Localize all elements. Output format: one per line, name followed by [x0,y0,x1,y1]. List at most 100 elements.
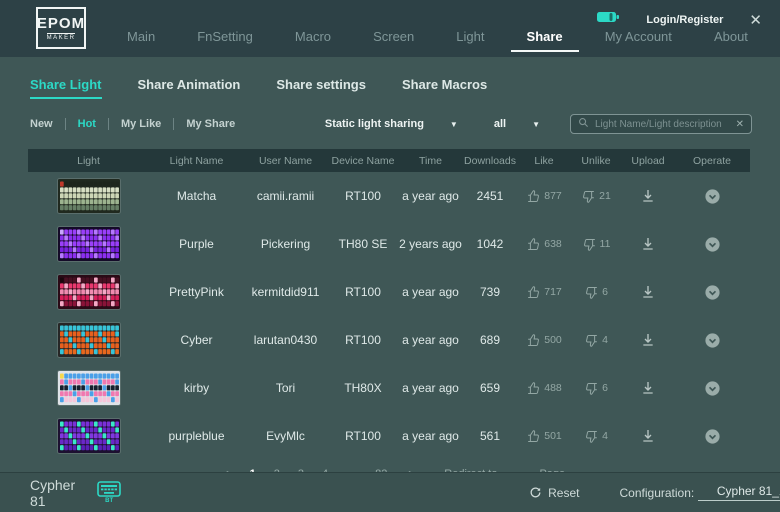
like-button[interactable]: 501 [518,429,570,444]
table-row: PrettyPinkkermitdid911RT100a year ago739… [28,268,750,316]
download-icon [640,380,656,396]
time: a year ago [399,285,462,299]
like-button[interactable]: 717 [518,285,570,300]
column-header-operate: Operate [674,155,750,167]
unlike-button[interactable]: 4 [570,333,622,348]
light-name: purpleblue [149,429,244,443]
nav-item-fnsetting[interactable]: FnSetting [195,25,255,52]
table-row: PurplePickeringTH80 SE2 years ago1042638… [28,220,750,268]
device-name: TH80 SE [327,237,399,251]
light-thumbnail-prettypink[interactable] [28,274,149,310]
downloads-count: 2451 [462,189,518,203]
thumbs-up-icon [526,333,541,348]
operate-button[interactable] [674,332,750,349]
light-type-dropdown[interactable]: Static light sharing ▼ [325,118,458,130]
like-button[interactable]: 488 [518,381,570,396]
login-register-link[interactable]: Login/Register [646,14,723,26]
nav-item-light[interactable]: Light [454,25,486,52]
chevron-down-icon: ▼ [450,120,458,129]
keyboard-icon [97,481,121,497]
thumbs-up-icon [526,285,541,300]
column-header-user-name: User Name [244,155,327,167]
table-body: Matchacamii.ramiiRT100a year ago24518772… [28,172,750,460]
nav-item-macro[interactable]: Macro [293,25,333,52]
chevron-circle-icon [704,188,721,205]
nav-item-about[interactable]: About [712,25,750,52]
search-icon [578,115,589,133]
upload-button[interactable] [622,332,674,348]
thumbs-down-icon [584,333,599,348]
refresh-icon [529,486,542,499]
light-thumbnail-matcha[interactable] [28,178,149,214]
tab-share-animation[interactable]: Share Animation [138,77,241,99]
bt-label: BT [105,498,113,504]
time: a year ago [399,333,462,347]
operate-button[interactable] [674,236,750,253]
table-header-row: LightLight NameUser NameDevice NameTimeD… [28,149,750,172]
unlike-count: 6 [602,382,608,394]
user-name: EvyMlc [244,429,327,443]
time: a year ago [399,429,462,443]
sort-my-share[interactable]: My Share [174,118,247,130]
logo-text: EPOM [37,16,85,31]
reset-button[interactable]: Reset [529,486,579,500]
like-count: 638 [544,238,562,250]
column-header-light-name: Light Name [149,155,244,167]
upload-button[interactable] [622,188,674,204]
column-header-downloads: Downloads [462,155,518,167]
tab-share-macros[interactable]: Share Macros [402,77,487,99]
operate-button[interactable] [674,428,750,445]
thumbs-down-icon [584,381,599,396]
light-name: PrettyPink [149,285,244,299]
download-icon [640,332,656,348]
nav-item-my-account[interactable]: My Account [603,25,674,52]
device-name: RT100 [327,429,399,443]
nav-item-screen[interactable]: Screen [371,25,416,52]
epomaker-logo: EPOM MAKER [36,7,86,49]
device-filter-dropdown[interactable]: all ▼ [494,118,540,130]
device-name: TH80X [327,381,399,395]
light-type-value: Static light sharing [325,118,424,130]
like-count: 488 [544,382,562,394]
operate-button[interactable] [674,284,750,301]
upload-button[interactable] [622,236,674,252]
light-thumbnail-purpleblue[interactable] [28,418,149,454]
configuration-name-input[interactable] [698,484,780,501]
sort-new[interactable]: New [30,118,65,130]
upload-button[interactable] [622,284,674,300]
thumbs-down-icon [582,237,597,252]
downloads-count: 561 [462,429,518,443]
light-thumbnail-cyber[interactable] [28,322,149,358]
unlike-button[interactable]: 11 [570,237,622,252]
close-icon[interactable]: ✕ [749,11,762,29]
tab-share-light[interactable]: Share Light [30,77,102,99]
unlike-button[interactable]: 4 [570,429,622,444]
light-thumbnail-purple[interactable] [28,226,149,262]
operate-button[interactable] [674,380,750,397]
sort-my-like[interactable]: My Like [109,118,173,130]
like-button[interactable]: 638 [518,237,570,252]
unlike-button[interactable]: 6 [570,285,622,300]
light-name: Purple [149,237,244,251]
like-button[interactable]: 500 [518,333,570,348]
light-name: Cyber [149,333,244,347]
unlike-count: 4 [602,430,608,442]
light-thumbnail-kirby[interactable] [28,370,149,406]
sort-hot[interactable]: Hot [66,118,108,130]
search-input[interactable] [595,119,730,130]
unlike-button[interactable]: 21 [570,189,622,204]
nav-item-share[interactable]: Share [525,25,565,52]
clear-search-icon[interactable]: ✕ [736,119,744,130]
tab-share-settings[interactable]: Share settings [276,77,366,99]
like-button[interactable]: 877 [518,189,570,204]
main-nav: Main FnSetting Macro Screen Light Share My Acc… [125,25,750,52]
unlike-count: 21 [599,190,611,202]
upload-button[interactable] [622,380,674,396]
device-name: RT100 [327,285,399,299]
search-box[interactable]: ✕ [570,114,752,134]
thumbs-up-icon [526,381,541,396]
operate-button[interactable] [674,188,750,205]
unlike-button[interactable]: 6 [570,381,622,396]
upload-button[interactable] [622,428,674,444]
nav-item-main[interactable]: Main [125,25,157,52]
